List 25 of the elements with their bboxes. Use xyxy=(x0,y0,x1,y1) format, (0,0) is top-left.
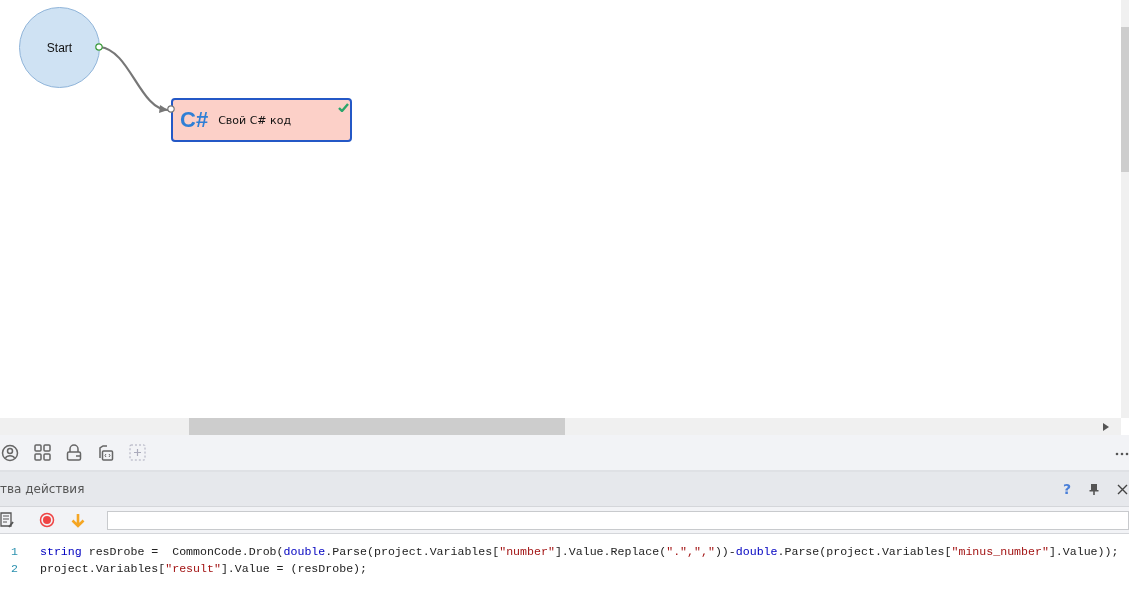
start-node[interactable]: Start xyxy=(19,7,100,88)
scroll-right-icon xyxy=(1103,423,1109,431)
line-number: 1 xyxy=(10,544,19,560)
document-code-icon xyxy=(97,444,114,461)
arrow-down-icon xyxy=(71,512,85,528)
add-block-icon xyxy=(129,444,146,461)
record-icon xyxy=(39,512,55,528)
line-number: 2 xyxy=(10,561,19,577)
scrollbar-thumb[interactable] xyxy=(1121,27,1129,172)
action-node[interactable]: C# Свой C# код xyxy=(171,98,352,142)
input-port-icon xyxy=(167,105,175,113)
code-line: string resDrobe = CommonCode.Drob(double.Parse(project.Variables["number"].Value.Replace(".",","))-double.Parse(project.Variables["minus_number"].Value)); xyxy=(40,545,1119,558)
lock-icon xyxy=(66,444,82,461)
output-port-icon xyxy=(95,43,103,51)
log-icon xyxy=(0,512,14,528)
panel-title: тва действия xyxy=(0,482,85,496)
more-icon xyxy=(1115,452,1129,456)
node-label: Свой C# код xyxy=(218,113,292,127)
csharp-icon: C# xyxy=(180,107,209,133)
scrollbar-thumb[interactable] xyxy=(189,418,565,435)
grid-icon xyxy=(34,444,51,461)
close-icon xyxy=(1117,483,1128,495)
code-line: project.Variables["result"].Value = (resDrobe); xyxy=(40,562,367,575)
pin-icon xyxy=(1089,483,1099,495)
user-icon xyxy=(1,443,19,462)
